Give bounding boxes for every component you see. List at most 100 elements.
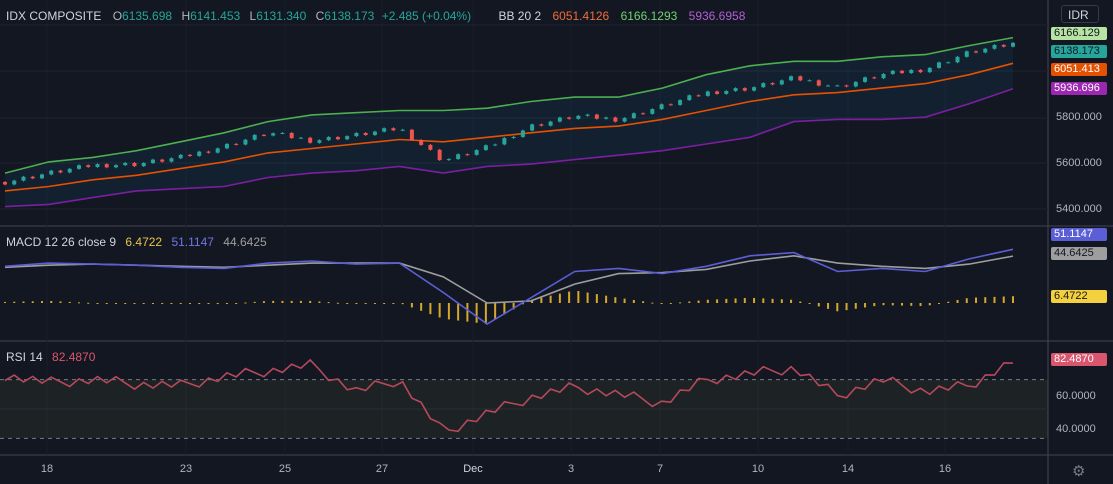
candle-body	[326, 137, 331, 141]
macd-histogram-bar	[891, 303, 894, 306]
candle-body	[641, 113, 646, 115]
candle-body	[3, 182, 7, 185]
candle-body	[622, 118, 627, 122]
macd-histogram-bar	[272, 300, 275, 303]
rsi-tag: 82.4870	[1051, 353, 1107, 366]
macd-signal-value: 44.6425	[223, 235, 267, 249]
candle-body	[437, 149, 442, 161]
currency-selector[interactable]: IDR ▼	[1061, 5, 1099, 39]
candle-body	[123, 162, 128, 166]
macd-histogram-bar	[873, 303, 876, 307]
macd-histogram-bar	[605, 295, 608, 303]
macd-histogram-bar	[133, 303, 136, 304]
bb-lower-tag: 5936.696	[1051, 82, 1107, 95]
macd-histogram-bar	[77, 302, 80, 304]
macd-histogram-bar	[938, 303, 941, 304]
candle-body	[224, 143, 229, 149]
currency-label: IDR	[1068, 8, 1089, 22]
macd-histogram-bar	[836, 303, 839, 312]
x-tick-16: 16	[938, 463, 952, 475]
candle-body	[937, 62, 942, 68]
candle-body	[761, 83, 766, 88]
macd-histogram-bar	[586, 292, 589, 303]
macd-label: MACD 12 26 close 9	[6, 235, 117, 249]
candle-body	[104, 164, 109, 168]
candle-body	[354, 132, 359, 137]
bb-upper-value: 6166.1293	[620, 9, 678, 23]
macd-histogram-bar	[808, 303, 811, 304]
macd-histogram-bar	[697, 300, 700, 303]
macd-histogram-bar	[290, 300, 293, 303]
macd-histogram-bar	[743, 298, 746, 303]
macd-histogram-bar	[336, 302, 339, 304]
rsi-legend: RSI 14 82.4870	[6, 350, 97, 364]
change-value: +2.485 (+0.04%)	[381, 9, 472, 23]
bb-band-fill	[5, 37, 1013, 207]
macd-histogram-bar	[845, 303, 848, 311]
macd-histogram-bar	[373, 303, 376, 304]
macd-histogram-bar	[854, 303, 857, 309]
candle-body	[382, 128, 387, 132]
x-tick-25: 25	[278, 463, 292, 475]
macd-histogram-bar	[59, 301, 62, 303]
macd-histogram-bar	[161, 303, 164, 304]
macd-histogram-bar	[642, 301, 645, 303]
candle-body	[585, 114, 590, 116]
candle-body	[261, 134, 266, 136]
macd-histogram-bar	[540, 297, 543, 303]
candle-body	[150, 159, 155, 164]
candle-body	[890, 70, 895, 74]
x-tick-14: 14	[841, 463, 855, 475]
candle-body	[678, 100, 683, 105]
candle-body	[271, 133, 276, 136]
candle-body	[789, 76, 794, 81]
candle-body	[816, 80, 821, 86]
candle-body	[419, 140, 424, 145]
macd-histogram-bar	[901, 303, 904, 306]
macd-histogram-bar	[309, 300, 312, 303]
candle-body	[372, 131, 377, 135]
close-price-tag: 6138.173	[1051, 45, 1107, 58]
macd-histogram-bar	[549, 295, 552, 303]
macd-histogram-bar	[494, 303, 497, 320]
candle-body	[197, 151, 202, 156]
macd-histogram-bar	[568, 291, 571, 303]
candle-body	[779, 80, 784, 85]
macd-histogram-bar	[734, 298, 737, 303]
macd-histogram-bar	[87, 302, 90, 304]
candle-body	[76, 165, 81, 169]
macd-histogram-bar	[928, 303, 931, 306]
candle-body	[335, 137, 340, 140]
candle-body	[844, 85, 849, 87]
y-tick-rsi-2: 40.0000	[1056, 423, 1096, 435]
macd-histogram-bar	[669, 303, 672, 304]
candle-body	[567, 117, 572, 119]
rsi-value: 82.4870	[52, 350, 96, 364]
candle-body	[613, 117, 618, 122]
candle-body	[465, 154, 470, 156]
macd-histogram-bar	[105, 303, 108, 304]
macd-histogram-bar	[4, 301, 6, 303]
macd-histogram-bar	[614, 297, 617, 303]
candle-body	[983, 48, 988, 53]
candle-body	[456, 154, 461, 160]
candle-body	[49, 170, 54, 175]
macd-histogram-bar	[198, 303, 201, 305]
macd-histogram-bar	[253, 301, 256, 303]
macd-histogram-bar	[780, 299, 783, 303]
macd-histogram-bar	[438, 303, 441, 318]
candle-body	[548, 121, 553, 126]
candle-body	[918, 69, 923, 73]
candle-body	[289, 132, 294, 139]
macd-histogram-bar	[50, 301, 53, 303]
macd-histogram-bar	[623, 298, 626, 303]
macd-histogram-bar	[595, 294, 598, 303]
gear-icon[interactable]: ⚙	[1072, 462, 1085, 480]
candle-body	[520, 130, 525, 137]
candle-body	[428, 144, 433, 150]
candle-body	[298, 137, 303, 139]
macd-histogram-bar	[447, 303, 450, 320]
candle-body	[604, 117, 609, 119]
candle-body	[363, 132, 368, 135]
bb-mid-value: 6051.4126	[552, 9, 610, 23]
